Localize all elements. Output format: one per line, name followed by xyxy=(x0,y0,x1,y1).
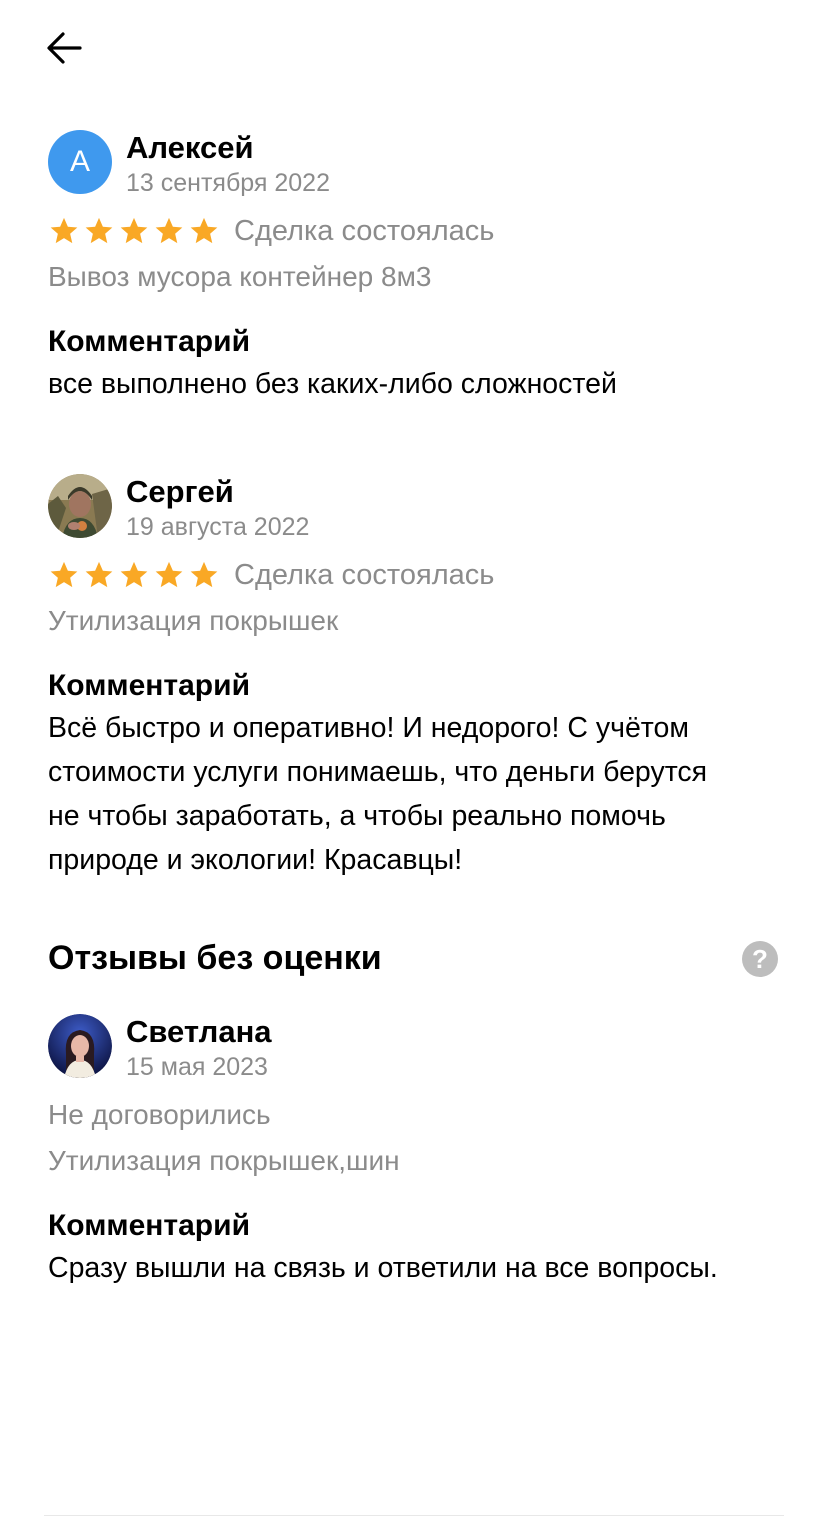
review-date: 13 сентября 2022 xyxy=(126,169,330,197)
comment-line: природе и экологии! Красавцы! xyxy=(48,844,463,876)
comment-line: не чтобы заработать, а чтобы реально пом… xyxy=(48,800,666,832)
deal-status: Не договорились xyxy=(48,1099,271,1130)
review-header: А Алексей 13 сентября 2022 xyxy=(48,130,788,198)
reviewer-name[interactable]: Светлана xyxy=(126,1014,272,1050)
avatar[interactable] xyxy=(48,1014,112,1078)
rating-row: Сделка состоялась xyxy=(48,552,788,598)
comment-line: Всё быстро и оперативно! И недорого! С у… xyxy=(48,712,689,744)
star-rating xyxy=(48,215,220,247)
star-rating xyxy=(48,559,220,591)
service-name: Вывоз мусора контейнер 8м3 xyxy=(48,261,432,292)
avatar[interactable] xyxy=(48,474,112,538)
question-circle-icon[interactable]: ? xyxy=(742,941,778,977)
comment-title: Комментарий xyxy=(48,669,251,702)
reviewer-name[interactable]: Алексей xyxy=(126,130,330,166)
review-header: Сергей 19 августа 2022 xyxy=(48,474,788,542)
section-title: Отзывы без оценки xyxy=(48,939,382,977)
deal-status: Сделка состоялась xyxy=(234,558,495,591)
review-card: Сергей 19 августа 2022 Сделка состоялась… xyxy=(48,474,788,882)
reviewer-info: Сергей 19 августа 2022 xyxy=(126,474,309,544)
review-header: Светлана 15 мая 2023 xyxy=(48,1014,788,1082)
service-name: Утилизация покрышек xyxy=(48,605,339,636)
comment-title: Комментарий xyxy=(48,1209,251,1242)
comment-text: все выполнено без каких-либо сложностей xyxy=(48,368,617,400)
star-icon xyxy=(190,561,218,588)
star-icon xyxy=(85,217,113,244)
reviewer-info: Алексей 13 сентября 2022 xyxy=(126,130,330,200)
star-icon xyxy=(190,217,218,244)
review-card: Светлана 15 мая 2023 Не договорились Ути… xyxy=(48,1014,788,1290)
comment-title: Комментарий xyxy=(48,325,251,358)
reviewer-info: Светлана 15 мая 2023 xyxy=(126,1014,272,1084)
star-icon xyxy=(85,561,113,588)
rating-row: Сделка состоялась xyxy=(48,208,788,254)
comment-text: Всё быстро и оперативно! И недорого! С у… xyxy=(48,706,788,882)
reviewer-name[interactable]: Сергей xyxy=(126,474,309,510)
star-icon xyxy=(120,561,148,588)
star-icon xyxy=(155,217,183,244)
review-date: 15 мая 2023 xyxy=(126,1053,268,1081)
avatar[interactable]: А xyxy=(48,130,112,194)
star-icon xyxy=(50,217,78,244)
star-icon xyxy=(155,561,183,588)
comment-line: стоимости услуги понимаешь, что деньги б… xyxy=(48,756,708,788)
star-icon xyxy=(120,217,148,244)
comment-text: Сразу вышли на связь и ответили на все в… xyxy=(48,1252,718,1284)
review-date: 19 августа 2022 xyxy=(126,513,310,541)
deal-status: Сделка состоялась xyxy=(234,214,495,247)
star-icon xyxy=(50,561,78,588)
review-card: А Алексей 13 сентября 2022 Сделка состоя… xyxy=(48,130,788,406)
divider xyxy=(44,1515,784,1516)
service-name: Утилизация покрышек,шин xyxy=(48,1145,400,1176)
back-arrow-icon[interactable] xyxy=(44,28,84,68)
